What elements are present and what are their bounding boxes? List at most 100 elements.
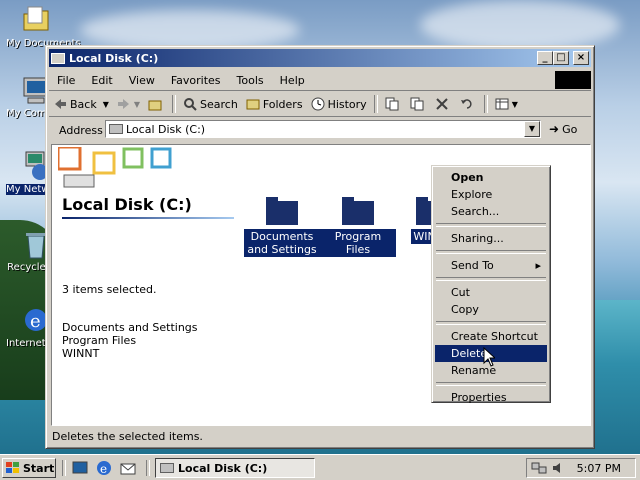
drive-icon <box>51 52 65 64</box>
heading-underline <box>62 217 234 219</box>
forward-arrow-icon <box>117 97 131 111</box>
history-button[interactable]: History <box>307 94 371 114</box>
menu-file[interactable]: File <box>49 74 83 87</box>
taskbar-button-label: Local Disk (C:) <box>178 461 268 475</box>
menu-tools[interactable]: Tools <box>229 74 272 87</box>
selected-item: Documents and Settings <box>62 321 198 334</box>
status-text: Deletes the selected items. <box>52 430 203 443</box>
search-label: Search <box>200 97 238 111</box>
go-button[interactable]: ➜ Go <box>549 120 577 138</box>
folder-item[interactable]: Documents and Settings <box>244 197 320 257</box>
drive-icon <box>160 463 174 473</box>
address-dropdown-button[interactable]: ▼ <box>524 121 540 137</box>
back-button[interactable]: Back ▼ <box>49 94 113 114</box>
selected-items-list: Documents and Settings Program Files WIN… <box>62 321 198 360</box>
menu-separator <box>436 382 546 386</box>
menu-item-send-to[interactable]: Send To ▸ <box>435 257 547 274</box>
folders-icon <box>246 97 260 111</box>
search-button[interactable]: Search <box>179 94 242 114</box>
move-to-button[interactable] <box>381 94 406 114</box>
close-button[interactable]: × <box>573 51 589 65</box>
folder-label: Documents and Settings <box>244 229 320 257</box>
start-button[interactable]: Start <box>2 458 56 478</box>
menu-item-open[interactable]: Open <box>435 169 547 186</box>
address-value: Local Disk (C:) <box>126 122 206 136</box>
system-tray: 5:07 PM <box>526 458 636 478</box>
taskbar-separator <box>146 460 150 476</box>
folder-item[interactable]: Program Files <box>320 197 396 257</box>
status-bar: Deletes the selected items. <box>49 428 591 446</box>
maximize-button[interactable]: □ <box>553 51 569 65</box>
copy-to-icon <box>410 97 424 111</box>
menu-separator <box>436 223 546 227</box>
menu-item-copy[interactable]: Copy <box>435 301 547 318</box>
menu-item-label: Send To <box>451 259 494 272</box>
toolbar: Back ▼ ▼ Search Folders History ▼ <box>49 92 591 117</box>
menu-item-cut[interactable]: Cut <box>435 284 547 301</box>
up-folder-icon <box>148 97 162 111</box>
network-tray-icon[interactable] <box>531 461 547 475</box>
go-arrow-icon: ➜ <box>549 122 560 136</box>
mouse-cursor-icon <box>483 346 497 370</box>
search-icon <box>183 97 197 111</box>
my-documents-icon <box>20 4 52 36</box>
delete-x-icon <box>435 97 449 111</box>
folder-label: Program Files <box>320 229 396 257</box>
views-button[interactable]: ▼ <box>491 94 522 114</box>
toolbar-separator <box>483 95 488 113</box>
menu-view[interactable]: View <box>121 74 163 87</box>
menu-item-explore[interactable]: Explore <box>435 186 547 203</box>
chevron-down-icon[interactable]: ▼ <box>103 100 109 109</box>
selected-item: Program Files <box>62 334 137 347</box>
cloud <box>80 10 300 50</box>
taskbar-separator <box>62 460 66 476</box>
show-desktop-icon[interactable] <box>72 460 88 476</box>
menu-separator <box>436 321 546 325</box>
start-label: Start <box>23 461 55 475</box>
move-to-icon <box>385 97 399 111</box>
volume-icon[interactable] <box>551 461 565 475</box>
back-arrow-icon <box>53 97 67 111</box>
chevron-down-icon[interactable]: ▼ <box>134 100 140 109</box>
title-bar[interactable]: Local Disk (C:) _ □ × <box>49 49 591 67</box>
copy-to-button[interactable] <box>406 94 431 114</box>
views-icon <box>495 97 509 111</box>
desktop-icon-my-documents[interactable]: My Documents <box>6 4 81 49</box>
windows-flag-icon <box>6 462 20 474</box>
menu-item-search[interactable]: Search... <box>435 203 547 220</box>
up-folder-button[interactable] <box>144 94 169 114</box>
folders-label: Folders <box>262 97 303 111</box>
forward-button[interactable]: ▼ <box>113 94 144 114</box>
address-input[interactable]: Local Disk (C:) ▼ <box>105 120 541 138</box>
selected-item: WINNT <box>62 347 100 360</box>
delete-button[interactable] <box>431 94 456 114</box>
selection-info: 3 items selected. <box>62 283 157 296</box>
toolbar-separator <box>172 95 177 113</box>
go-label: Go <box>562 122 578 136</box>
address-bar: Address Local Disk (C:) ▼ ➜ Go <box>49 118 591 142</box>
menu-edit[interactable]: Edit <box>83 74 120 87</box>
folder-icon <box>266 197 298 225</box>
window-title: Local Disk (C:) <box>69 51 159 65</box>
menu-separator <box>436 250 546 254</box>
menu-help[interactable]: Help <box>272 74 313 87</box>
outlook-express-quicklaunch-icon[interactable] <box>120 460 136 476</box>
menu-favorites[interactable]: Favorites <box>163 74 229 87</box>
clock[interactable]: 5:07 PM <box>577 462 621 475</box>
menu-separator <box>436 277 546 281</box>
history-label: History <box>327 97 367 111</box>
minimize-button[interactable]: _ <box>537 51 553 65</box>
history-icon <box>311 97 325 111</box>
submenu-arrow-icon: ▸ <box>535 259 541 272</box>
back-label: Back <box>70 97 97 111</box>
folder-icon <box>342 197 374 225</box>
toolbar-separator <box>373 95 378 113</box>
undo-button[interactable] <box>456 94 481 114</box>
svg-text:e: e <box>100 462 107 476</box>
folders-button[interactable]: Folders <box>242 94 307 114</box>
menu-item-create-shortcut[interactable]: Create Shortcut <box>435 328 547 345</box>
internet-explorer-quicklaunch-icon[interactable]: e <box>96 460 112 476</box>
menu-item-properties[interactable]: Properties <box>435 389 547 406</box>
taskbar-button-local-disk[interactable]: Local Disk (C:) <box>155 458 315 478</box>
menu-item-sharing[interactable]: Sharing... <box>435 230 547 247</box>
